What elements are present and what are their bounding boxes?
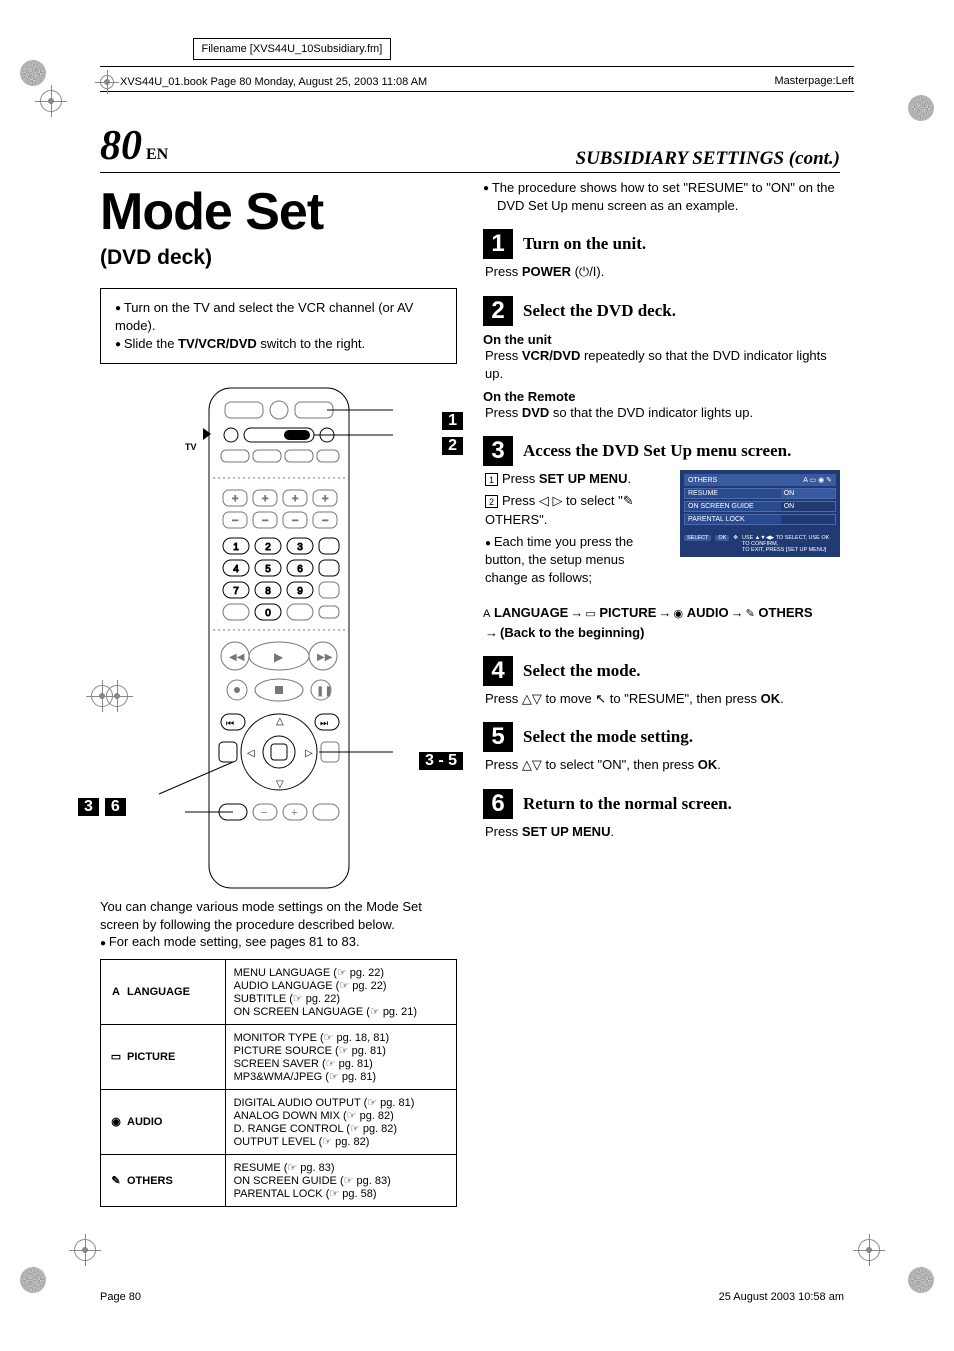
svg-text:⏮: ⏮ bbox=[226, 718, 234, 728]
step-5-header: 5 Select the mode setting. bbox=[483, 722, 840, 752]
svg-text:5: 5 bbox=[265, 564, 271, 575]
svg-text:◀◀: ◀◀ bbox=[229, 652, 245, 663]
osd-row: RESUMEON bbox=[684, 488, 836, 499]
osd-row: PARENTAL LOCK bbox=[684, 514, 836, 525]
step-3-num: 3 bbox=[483, 436, 513, 466]
page-subtitle: (DVD deck) bbox=[100, 246, 457, 270]
remote-svg: TV + + + + − − − − bbox=[119, 384, 439, 894]
prep-item-1: Turn on the TV and select the VCR channe… bbox=[115, 299, 442, 335]
svg-text:4: 4 bbox=[233, 564, 239, 575]
step-3-title: Access the DVD Set Up menu screen. bbox=[523, 441, 791, 461]
preparation-box: Turn on the TV and select the VCR channe… bbox=[100, 288, 457, 365]
step-1-header: 1 Turn on the unit. bbox=[483, 229, 840, 259]
table-row: ✎OTHERSRESUME (☞ pg. 83)ON SCREEN GUIDE … bbox=[101, 1154, 457, 1206]
svg-text:1: 1 bbox=[233, 542, 239, 553]
step-3-header: 3 Access the DVD Set Up menu screen. bbox=[483, 436, 840, 466]
step-4-header: 4 Select the mode. bbox=[483, 656, 840, 686]
svg-text:−: − bbox=[292, 515, 298, 527]
osd-hint: SELECT OK ✥ USE ▲▼◀▶ TO SELECT, USE OK T… bbox=[684, 535, 836, 553]
crop-target-br bbox=[858, 1239, 880, 1261]
masterpage-label: Masterpage:Left bbox=[775, 75, 855, 89]
tv-label: TV bbox=[185, 442, 197, 452]
step-6-header: 6 Return to the normal screen. bbox=[483, 789, 840, 819]
callout-3-5: 3 - 5 bbox=[419, 752, 463, 770]
crop-rosette-tr bbox=[908, 95, 934, 121]
svg-text:−: − bbox=[232, 515, 238, 527]
step-2-header: 2 Select the DVD deck. bbox=[483, 296, 840, 326]
step-2-sub1-body: Press VCR/DVD repeatedly so that the DVD… bbox=[485, 347, 840, 383]
step-5-title: Select the mode setting. bbox=[523, 727, 693, 747]
book-line: XVS44U_01.book Page 80 Monday, August 25… bbox=[100, 75, 894, 89]
page-number: 80EN bbox=[100, 122, 168, 170]
step-2-sub2-heading: On the Remote bbox=[483, 389, 840, 404]
crop-mark-br bbox=[908, 1267, 934, 1293]
step-2-sub1-heading: On the unit bbox=[483, 332, 840, 347]
step-2-title: Select the DVD deck. bbox=[523, 301, 676, 321]
step-2-num: 2 bbox=[483, 296, 513, 326]
step-1-title: Turn on the unit. bbox=[523, 234, 646, 254]
section-heading: SUBSIDIARY SETTINGS (cont.) bbox=[576, 148, 840, 170]
svg-text:▽: ▽ bbox=[276, 779, 284, 790]
svg-text:0: 0 bbox=[265, 608, 271, 619]
osd-header: OTHERS bbox=[688, 477, 717, 484]
svg-text:❚❚: ❚❚ bbox=[316, 686, 333, 697]
step-6-num: 6 bbox=[483, 789, 513, 819]
callout-2: 2 bbox=[442, 437, 463, 455]
book-line-text: XVS44U_01.book Page 80 Monday, August 25… bbox=[120, 76, 427, 88]
step-2-sub2-body: Press DVD so that the DVD indicator ligh… bbox=[485, 404, 840, 422]
page-footer: Page 80 25 August 2003 10:58 am bbox=[100, 1291, 844, 1303]
svg-text:▶: ▶ bbox=[274, 650, 284, 664]
svg-text:−: − bbox=[261, 807, 267, 819]
step-4-body: Press △▽ to move ↖ to "RESUME", then pre… bbox=[485, 690, 840, 708]
svg-text:▶▶: ▶▶ bbox=[317, 652, 333, 663]
svg-text:+: + bbox=[322, 493, 328, 505]
step-6-title: Return to the normal screen. bbox=[523, 794, 732, 814]
table-row: ◉AUDIODIGITAL AUDIO OUTPUT (☞ pg. 81)ANA… bbox=[101, 1089, 457, 1154]
step-4-title: Select the mode. bbox=[523, 661, 641, 681]
osd-header-icons: A ▭ ◉ ✎ bbox=[803, 476, 832, 484]
intro-paragraph: The procedure shows how to set "RESUME" … bbox=[483, 179, 840, 215]
step-5-body: Press △▽ to select "ON", then press OK. bbox=[485, 756, 840, 774]
osd-row: ON SCREEN GUIDEON bbox=[684, 501, 836, 512]
remote-illustration: TV + + + + − − − − bbox=[100, 384, 457, 894]
step-4-num: 4 bbox=[483, 656, 513, 686]
svg-text:9: 9 bbox=[297, 586, 303, 597]
svg-text:−: − bbox=[322, 515, 328, 527]
prep-item-2: Slide the TV/VCR/DVD switch to the right… bbox=[115, 335, 442, 353]
menu-flow: A LANGUAGE→▭ PICTURE→◉ AUDIO→✎ OTHERS→(B… bbox=[483, 603, 840, 642]
footer-left: Page 80 bbox=[100, 1291, 141, 1303]
crop-mark-bl bbox=[20, 1267, 46, 1293]
step-6-body: Press SET UP MENU. bbox=[485, 823, 840, 841]
svg-text:▷: ▷ bbox=[305, 748, 313, 759]
crop-mark-tl bbox=[20, 60, 46, 86]
crop-target-bl bbox=[74, 1239, 96, 1261]
svg-text:8: 8 bbox=[265, 586, 271, 597]
svg-text:6: 6 bbox=[297, 564, 303, 575]
remote-caption: You can change various mode settings on … bbox=[100, 898, 457, 951]
step-1-body: Press POWER (⏻/I). bbox=[485, 263, 840, 281]
svg-text:⏭: ⏭ bbox=[320, 718, 328, 728]
callout-1: 1 bbox=[442, 412, 463, 430]
table-row: ▭PICTUREMONITOR TYPE (☞ pg. 18, 81)PICTU… bbox=[101, 1024, 457, 1089]
step-5-num: 5 bbox=[483, 722, 513, 752]
svg-text:+: + bbox=[262, 493, 268, 505]
table-row: ALANGUAGEMENU LANGUAGE (☞ pg. 22)AUDIO L… bbox=[101, 959, 457, 1024]
page-title: Mode Set bbox=[100, 185, 457, 240]
svg-text:◁: ◁ bbox=[247, 748, 255, 759]
osd-preview: OTHERS A ▭ ◉ ✎ RESUMEON ON SCREEN GUIDEON P… bbox=[680, 470, 840, 557]
svg-text:7: 7 bbox=[233, 586, 239, 597]
svg-text:3: 3 bbox=[297, 542, 303, 553]
filename-box: Filename [XVS44U_10Subsidiary.fm] bbox=[193, 38, 392, 60]
svg-text:△: △ bbox=[276, 716, 284, 727]
svg-text:−: − bbox=[262, 515, 268, 527]
callout-3-6: 3 6 bbox=[78, 798, 126, 816]
svg-text:+: + bbox=[292, 493, 298, 505]
svg-text:2: 2 bbox=[265, 542, 271, 553]
crop-mark-tr bbox=[40, 90, 62, 112]
step-1-num: 1 bbox=[483, 229, 513, 259]
svg-text:+: + bbox=[291, 807, 297, 819]
svg-text:+: + bbox=[232, 493, 238, 505]
footer-right: 25 August 2003 10:58 am bbox=[719, 1291, 844, 1303]
settings-table: ALANGUAGEMENU LANGUAGE (☞ pg. 22)AUDIO L… bbox=[100, 959, 457, 1207]
